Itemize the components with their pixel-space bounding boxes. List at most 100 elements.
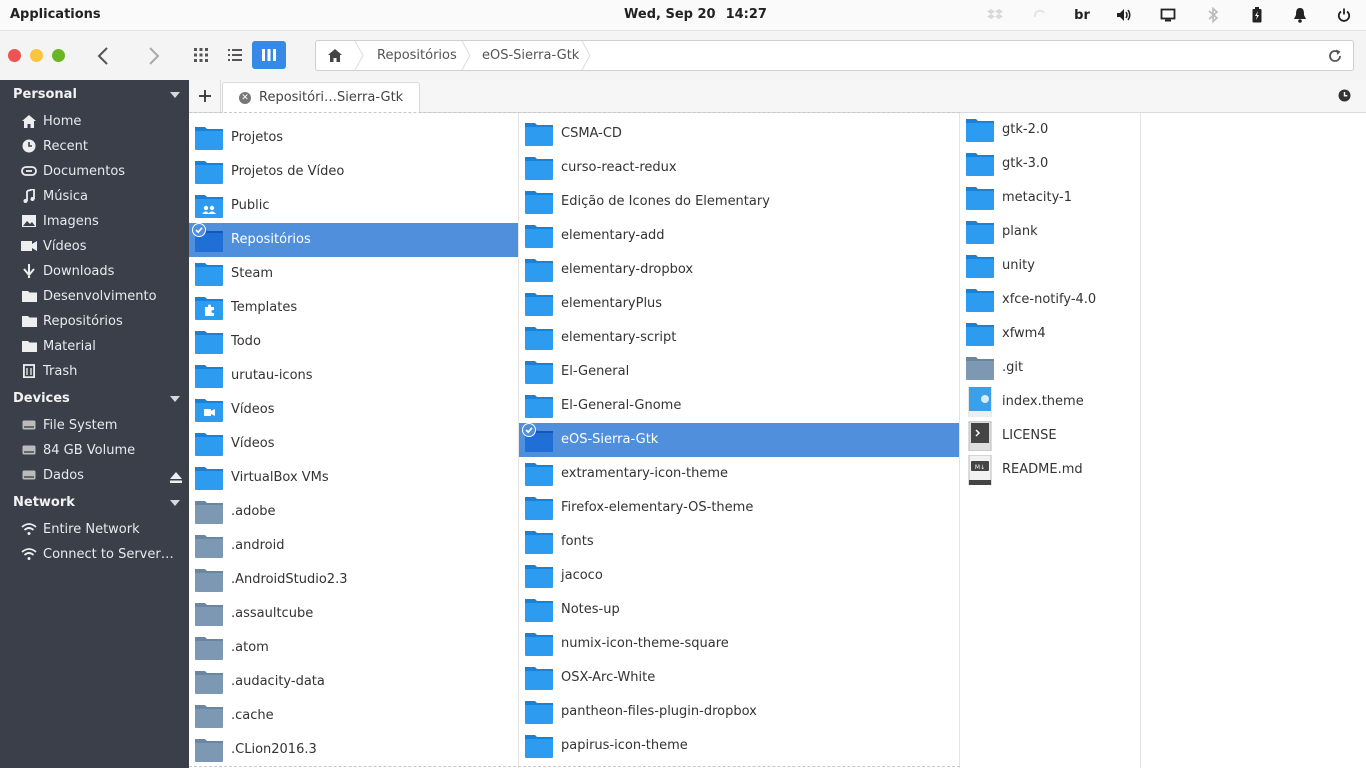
column-view-button[interactable] [252,41,286,69]
file-item-clion2016-3[interactable]: .CLion2016.3 [189,733,518,767]
reload-button[interactable] [1328,41,1342,70]
file-item-gtk-2-0[interactable]: gtk-2.0 [960,113,1140,147]
file-item-gtk-3-0[interactable]: gtk-3.0 [960,147,1140,181]
file-item-elementary-script[interactable]: elementary-script [519,321,959,355]
home-crumb[interactable] [328,41,342,70]
breadcrumb-repositorios[interactable]: Repositórios [377,41,457,70]
file-item-android[interactable]: .android [189,529,518,563]
maximize-window-button[interactable] [52,49,65,62]
sidebar-item-repositorios[interactable]: Repositórios [20,310,185,332]
close-window-button[interactable] [8,49,21,62]
file-item-edi-o-de-icones-do-elementary[interactable]: Edição de Icones do Elementary [519,185,959,219]
close-tab-icon[interactable]: ✕ [239,92,251,104]
volume-icon[interactable] [1115,6,1133,24]
selection-check-icon[interactable] [522,423,536,437]
file-item-atom[interactable]: .atom [189,631,518,665]
file-item-steam[interactable]: Steam [189,257,518,291]
file-item-notes-up[interactable]: Notes-up [519,593,959,627]
file-item-adobe[interactable]: .adobe [189,495,518,529]
breadcrumb-eos-sierra-gtk[interactable]: eOS-Sierra-Gtk [482,41,579,70]
file-item-readme-md[interactable]: M↓ README.md [960,453,1140,487]
minimize-window-button[interactable] [30,49,43,62]
file-item-elementary-add[interactable]: elementary-add [519,219,959,253]
sidebar-item-material[interactable]: Material [20,335,185,357]
file-item-xfwm4[interactable]: xfwm4 [960,317,1140,351]
sidebar-item-musica[interactable]: Música [20,185,185,207]
file-item-numix-icon-theme-square[interactable]: numix-icon-theme-square [519,627,959,661]
file-item-firefox-elementary-os-theme[interactable]: Firefox-elementary-OS-theme [519,491,959,525]
file-item-extramentary-icon-theme[interactable]: extramentary-icon-theme [519,457,959,491]
sidebar-item-dados[interactable]: Dados [20,464,185,486]
file-item-virtualbox-vms[interactable]: VirtualBox VMs [189,461,518,495]
power-icon[interactable] [1335,6,1353,24]
keyboard-layout-indicator[interactable]: br [1073,6,1091,24]
sidebar-section-network[interactable]: Network [13,495,75,510]
file-item-csma-cd[interactable]: CSMA-CD [519,117,959,151]
file-item-papirus-icon-theme[interactable]: papirus-icon-theme [519,729,959,763]
file-item-audacity-data[interactable]: .audacity-data [189,665,518,699]
sidebar-item-imagens[interactable]: Imagens [20,210,185,232]
path-bar[interactable]: Repositórios eOS-Sierra-Gtk [315,40,1354,71]
file-item-metacity-1[interactable]: metacity-1 [960,181,1140,215]
new-tab-button[interactable] [189,80,221,112]
file-item-reposit-rios[interactable]: Repositórios [189,223,518,257]
sidebar-item-84gb-volume[interactable]: 84 GB Volume [20,439,185,461]
file-item-projetos[interactable]: Projetos [189,121,518,155]
sync-icon[interactable] [1030,6,1054,24]
file-item-jacoco[interactable]: jacoco [519,559,959,593]
file-item-elementary-dropbox[interactable]: elementary-dropbox [519,253,959,287]
forward-button[interactable] [141,43,167,69]
sidebar-item-entire-network[interactable]: Entire Network [20,518,185,540]
file-item-androidstudio2-3[interactable]: .AndroidStudio2.3 [189,563,518,597]
file-item-todo[interactable]: Todo [189,325,518,359]
history-icon[interactable] [1338,89,1351,106]
file-item-el-general-gnome[interactable]: El-General-Gnome [519,389,959,423]
file-item-eos-sierra-gtk[interactable]: eOS-Sierra-Gtk [519,423,959,457]
display-icon[interactable] [1159,6,1177,24]
file-item-osx-arc-white[interactable]: OSX-Arc-White [519,661,959,695]
tab-eos-sierra-gtk[interactable]: ✕ Repositóri…Sierra-Gtk [222,82,420,113]
file-item-fonts[interactable]: fonts [519,525,959,559]
file-item-v-deos[interactable]: Vídeos [189,427,518,461]
file-item-v-deos[interactable]: Vídeos [189,393,518,427]
file-item-urutau-icons[interactable]: urutau-icons [189,359,518,393]
bluetooth-icon[interactable] [1204,6,1222,24]
file-item-templates[interactable]: Templates [189,291,518,325]
sidebar-item-documentos[interactable]: Documentos [20,160,185,182]
back-button[interactable] [90,43,116,69]
file-item-curso-react-redux[interactable]: curso-react-redux [519,151,959,185]
file-item-assaultcube[interactable]: .assaultcube [189,597,518,631]
file-item-git[interactable]: .git [960,351,1140,385]
battery-icon[interactable] [1248,6,1266,24]
notifications-icon[interactable] [1291,6,1309,24]
file-item-projetos-de-v-deo[interactable]: Projetos de Vídeo [189,155,518,189]
file-item-index-theme[interactable]: index.theme [960,385,1140,419]
sidebar-item-trash[interactable]: Trash [20,360,185,382]
sidebar-item-videos[interactable]: Vídeos [20,235,185,257]
file-item-public[interactable]: Public [189,189,518,223]
date-time-indicator[interactable]: Wed, Sep 20 14:27 [624,7,777,22]
file-item-plank[interactable]: plank [960,215,1140,249]
sidebar-item-connect-to-server[interactable]: Connect to Server… [20,543,185,565]
file-item-unity[interactable]: unity [960,249,1140,283]
chevron-down-icon[interactable] [170,396,180,402]
applications-menu[interactable]: Applications [10,7,101,22]
eject-icon[interactable] [170,472,182,487]
sidebar-item-home[interactable]: Home [20,110,185,132]
selection-check-icon[interactable] [192,223,206,237]
sidebar-item-downloads[interactable]: Downloads [20,260,185,282]
file-item-cache[interactable]: .cache [189,699,518,733]
grid-view-button[interactable] [184,41,218,69]
sidebar-item-desenvolvimento[interactable]: Desenvolvimento [20,285,185,307]
file-item-xfce-notify-4-0[interactable]: xfce-notify-4.0 [960,283,1140,317]
sidebar-item-file-system[interactable]: File System [20,414,185,436]
sidebar-section-devices[interactable]: Devices [13,391,70,406]
chevron-down-icon[interactable] [170,92,180,98]
file-item-license[interactable]: LICENSE [960,419,1140,453]
list-view-button[interactable] [218,41,252,69]
file-item-elementaryplus[interactable]: elementaryPlus [519,287,959,321]
sidebar-item-recent[interactable]: Recent [20,135,185,157]
sidebar-section-personal[interactable]: Personal [13,87,77,102]
chevron-down-icon[interactable] [170,500,180,506]
dropbox-icon[interactable] [986,6,1004,24]
